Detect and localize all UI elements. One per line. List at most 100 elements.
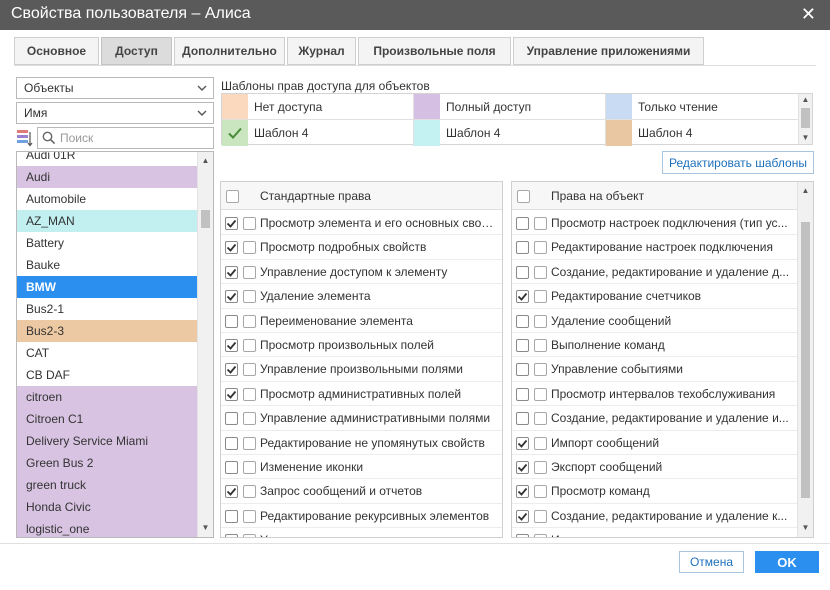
right-checkbox[interactable] <box>225 509 238 523</box>
select-all-checkbox[interactable] <box>517 190 530 203</box>
object-list-item[interactable]: Green Bus 2 <box>17 452 197 474</box>
right-inherit-checkbox[interactable] <box>243 338 256 352</box>
right-inherit-checkbox[interactable] <box>243 460 256 474</box>
right-checkbox[interactable] <box>516 534 529 537</box>
right-inherit-checkbox[interactable] <box>243 265 256 279</box>
right-inherit-checkbox[interactable] <box>534 314 547 328</box>
right-checkbox[interactable] <box>516 217 529 230</box>
right-checkbox[interactable] <box>516 436 529 450</box>
right-inherit-checkbox[interactable] <box>534 217 547 230</box>
right-checkbox[interactable] <box>225 460 238 474</box>
right-checkbox[interactable] <box>516 241 529 255</box>
right-inherit-checkbox[interactable] <box>534 290 547 304</box>
right-checkbox[interactable] <box>225 534 238 537</box>
right-checkbox[interactable] <box>225 314 238 328</box>
right-inherit-checkbox[interactable] <box>243 314 256 328</box>
right-inherit-checkbox[interactable] <box>534 436 547 450</box>
right-checkbox[interactable] <box>225 387 238 401</box>
sort-by-template-icon[interactable] <box>17 129 33 147</box>
right-inherit-checkbox[interactable] <box>534 387 547 401</box>
right-inherit-checkbox[interactable] <box>243 363 256 377</box>
template-4-orange[interactable]: Шаблон 4 <box>606 120 798 146</box>
right-checkbox[interactable] <box>516 363 529 377</box>
right-inherit-checkbox[interactable] <box>534 241 547 255</box>
object-list-item[interactable]: CB DAF <box>17 364 197 386</box>
ok-button[interactable]: OK <box>755 551 819 573</box>
right-inherit-checkbox[interactable] <box>534 412 547 426</box>
object-type-select[interactable]: Объекты <box>16 77 214 99</box>
right-inherit-checkbox[interactable] <box>534 485 547 499</box>
right-checkbox[interactable] <box>225 436 238 450</box>
right-checkbox[interactable] <box>516 338 529 352</box>
right-inherit-checkbox[interactable] <box>243 485 256 499</box>
object-list-item[interactable]: AZ_MAN <box>17 210 197 232</box>
right-checkbox[interactable] <box>225 338 238 352</box>
select-all-checkbox[interactable] <box>226 190 239 203</box>
tab-custom-fields[interactable]: Произвольные поля <box>358 37 511 65</box>
right-checkbox[interactable] <box>225 485 238 499</box>
right-inherit-checkbox[interactable] <box>534 460 547 474</box>
scroll-up-icon[interactable]: ▲ <box>198 154 213 168</box>
object-list-item[interactable]: Battery <box>17 232 197 254</box>
right-inherit-checkbox[interactable] <box>243 217 256 230</box>
object-list-item[interactable]: Honda Civic <box>17 496 197 518</box>
right-checkbox[interactable] <box>225 265 238 279</box>
right-checkbox[interactable] <box>516 387 529 401</box>
object-list-scrollbar[interactable]: ▲ ▼ <box>197 152 213 537</box>
right-checkbox[interactable] <box>516 509 529 523</box>
edit-templates-button[interactable]: Редактировать шаблоны <box>662 151 814 174</box>
right-inherit-checkbox[interactable] <box>243 509 256 523</box>
right-checkbox[interactable] <box>225 217 238 230</box>
right-inherit-checkbox[interactable] <box>243 412 256 426</box>
scroll-thumb[interactable] <box>201 210 210 228</box>
right-checkbox[interactable] <box>225 412 238 426</box>
template-read-only[interactable]: Только чтение <box>606 94 798 120</box>
object-list-item[interactable]: Audi 01R <box>17 152 197 166</box>
scroll-down-icon[interactable]: ▼ <box>799 132 812 144</box>
cancel-button[interactable]: Отмена <box>679 551 744 573</box>
object-list-item[interactable]: Bauke <box>17 254 197 276</box>
right-checkbox[interactable] <box>225 290 238 304</box>
tab-journal[interactable]: Журнал <box>287 37 356 65</box>
tab-app-management[interactable]: Управление приложениями <box>513 37 704 65</box>
right-checkbox[interactable] <box>516 290 529 304</box>
tab-additional[interactable]: Дополнительно <box>174 37 285 65</box>
right-inherit-checkbox[interactable] <box>243 290 256 304</box>
template-4-cyan[interactable]: Шаблон 4 <box>414 120 606 146</box>
scroll-thumb[interactable] <box>801 108 810 128</box>
right-checkbox[interactable] <box>225 241 238 255</box>
search-input[interactable] <box>60 130 210 146</box>
right-checkbox[interactable] <box>225 363 238 377</box>
object-list-item[interactable]: Automobile <box>17 188 197 210</box>
search-field-select[interactable]: Имя <box>16 102 214 124</box>
close-icon[interactable]: ✕ <box>801 5 816 23</box>
scroll-up-icon[interactable]: ▲ <box>799 94 812 106</box>
scroll-thumb[interactable] <box>801 222 810 498</box>
object-list-item[interactable]: Citroen C1 <box>17 408 197 430</box>
scroll-up-icon[interactable]: ▲ <box>798 184 813 198</box>
right-inherit-checkbox[interactable] <box>243 534 256 537</box>
object-list-item[interactable]: Bus2-1 <box>17 298 197 320</box>
right-inherit-checkbox[interactable] <box>243 387 256 401</box>
template-no-access[interactable]: Нет доступа <box>222 94 414 120</box>
templates-scrollbar[interactable]: ▲ ▼ <box>798 94 812 144</box>
object-list-item[interactable]: BMW <box>17 276 197 298</box>
object-list-item[interactable]: green truck <box>17 474 197 496</box>
right-checkbox[interactable] <box>516 314 529 328</box>
right-checkbox[interactable] <box>516 412 529 426</box>
object-rights-scrollbar[interactable]: ▲ ▼ <box>797 182 813 537</box>
object-list-item[interactable]: logistic_one <box>17 518 197 537</box>
object-list-item[interactable]: Bus2-3 <box>17 320 197 342</box>
right-inherit-checkbox[interactable] <box>243 436 256 450</box>
object-list-item[interactable]: Audi <box>17 166 197 188</box>
object-list-item[interactable]: CAT <box>17 342 197 364</box>
tab-main[interactable]: Основное <box>14 37 99 65</box>
right-inherit-checkbox[interactable] <box>534 534 547 537</box>
right-checkbox[interactable] <box>516 485 529 499</box>
object-list-item[interactable]: Delivery Service Miami <box>17 430 197 452</box>
right-checkbox[interactable] <box>516 460 529 474</box>
tab-access[interactable]: Доступ <box>101 37 172 65</box>
right-inherit-checkbox[interactable] <box>534 338 547 352</box>
template-full-access[interactable]: Полный доступ <box>414 94 606 120</box>
right-inherit-checkbox[interactable] <box>243 241 256 255</box>
